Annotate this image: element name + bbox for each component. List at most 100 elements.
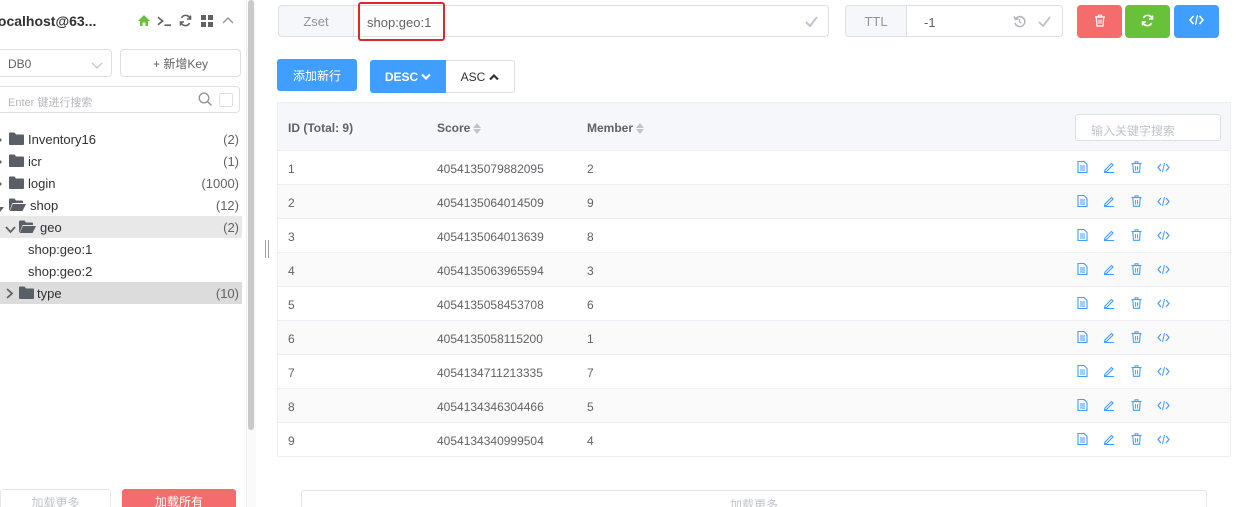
chevron-down-icon[interactable]: [0, 201, 4, 216]
table-row[interactable]: 7 4054134711213335 7: [278, 355, 1230, 389]
cell-id: 9: [288, 434, 295, 448]
row-actions: [1075, 398, 1170, 412]
delete-icon[interactable]: [1129, 296, 1143, 310]
chevron-right-icon[interactable]: [0, 177, 3, 192]
edit-icon[interactable]: [1102, 228, 1116, 242]
resize-handle[interactable]: [265, 240, 269, 258]
table-row[interactable]: 8 4054134346304466 5: [278, 389, 1230, 423]
view-icon[interactable]: [1075, 194, 1089, 208]
grid-icon[interactable]: [199, 13, 214, 28]
delete-icon[interactable]: [1129, 398, 1143, 412]
connection-title[interactable]: localhost@63...: [0, 13, 96, 29]
view-icon[interactable]: [1075, 364, 1089, 378]
table-row[interactable]: 4 4054135063965594 3: [278, 253, 1230, 287]
search-icon[interactable]: [198, 92, 213, 110]
delete-icon[interactable]: [1129, 364, 1143, 378]
tree-folder-geo[interactable]: geo (2): [0, 216, 242, 238]
chevron-down-icon[interactable]: [5, 222, 16, 237]
delete-icon[interactable]: [1129, 330, 1143, 344]
column-header-member[interactable]: Member: [587, 121, 645, 135]
delete-key-button[interactable]: [1077, 5, 1122, 38]
delete-icon[interactable]: [1129, 194, 1143, 208]
tree-key-shop-geo-1[interactable]: shop:geo:1: [0, 238, 242, 260]
sort-caret-icon[interactable]: [473, 122, 482, 134]
delete-icon[interactable]: [1129, 228, 1143, 242]
edit-icon[interactable]: [1102, 194, 1116, 208]
code-icon[interactable]: [1156, 364, 1170, 378]
home-icon[interactable]: [136, 13, 151, 28]
view-icon[interactable]: [1075, 330, 1089, 344]
chevron-right-icon[interactable]: [0, 133, 3, 148]
load-all-keys-button[interactable]: 加载所有: [122, 489, 236, 507]
history-reset-icon[interactable]: [1013, 15, 1026, 31]
edit-icon[interactable]: [1102, 432, 1116, 446]
table-row[interactable]: 5 4054135058453708 6: [278, 287, 1230, 321]
tree-folder-type[interactable]: type (10): [0, 282, 242, 304]
edit-icon[interactable]: [1102, 364, 1116, 378]
code-icon[interactable]: [1156, 262, 1170, 276]
add-row-button[interactable]: 添加新行: [277, 59, 357, 91]
exact-search-checkbox[interactable]: [219, 93, 233, 107]
row-actions: [1075, 296, 1170, 310]
tree-folder-inventory16[interactable]: Inventory16 (2): [0, 128, 242, 150]
new-key-button[interactable]: + 新增Key: [120, 49, 241, 77]
view-icon[interactable]: [1075, 262, 1089, 276]
chevron-up-icon[interactable]: [220, 13, 235, 28]
code-icon[interactable]: [1156, 194, 1170, 208]
sort-caret-icon[interactable]: [636, 122, 645, 134]
code-icon[interactable]: [1156, 296, 1170, 310]
tree-folder-login[interactable]: login (1000): [0, 172, 242, 194]
terminal-icon[interactable]: [157, 13, 172, 28]
table-row[interactable]: 2 4054135064014509 9: [278, 185, 1230, 219]
tree-folder-shop[interactable]: shop (12): [0, 194, 242, 216]
cell-score: 4054135064014509: [437, 196, 544, 210]
cell-member: 8: [587, 230, 594, 244]
view-icon[interactable]: [1075, 296, 1089, 310]
chevron-right-icon[interactable]: [0, 155, 3, 170]
refresh-icon[interactable]: [178, 13, 193, 28]
table-row[interactable]: 1 4054135079882095 2: [278, 151, 1230, 185]
table-row[interactable]: 6 4054135058115200 1: [278, 321, 1230, 355]
table-row[interactable]: 9 4054134340999504 4: [278, 423, 1230, 457]
table-row[interactable]: 3 4054135064013639 8: [278, 219, 1230, 253]
ttl-input[interactable]: -1: [906, 5, 1063, 37]
edit-icon[interactable]: [1102, 296, 1116, 310]
view-icon[interactable]: [1075, 228, 1089, 242]
load-more-members-button[interactable]: 加载更多: [301, 490, 1207, 507]
delete-icon[interactable]: [1129, 262, 1143, 276]
chevron-right-icon[interactable]: [6, 287, 14, 302]
code-icon[interactable]: [1156, 398, 1170, 412]
key-search-input[interactable]: Enter 键进行搜索: [0, 86, 240, 113]
check-icon[interactable]: [1038, 15, 1051, 30]
table-search-input[interactable]: 输入关键字搜索: [1075, 114, 1221, 141]
db-select[interactable]: DB0: [0, 49, 112, 77]
code-icon[interactable]: [1156, 432, 1170, 446]
delete-icon[interactable]: [1129, 160, 1143, 174]
view-icon[interactable]: [1075, 398, 1089, 412]
load-more-keys-button[interactable]: 加载更多: [0, 489, 111, 507]
edit-icon[interactable]: [1102, 330, 1116, 344]
cell-member: 6: [587, 298, 594, 312]
tree-key-shop-geo-2[interactable]: shop:geo:2: [0, 260, 242, 282]
folder-icon: [9, 132, 24, 148]
view-icon[interactable]: [1075, 432, 1089, 446]
delete-icon[interactable]: [1129, 432, 1143, 446]
tree-folder-icr[interactable]: icr (1): [0, 150, 242, 172]
code-icon[interactable]: [1156, 228, 1170, 242]
edit-icon[interactable]: [1102, 398, 1116, 412]
sort-asc-button[interactable]: ASC: [446, 60, 515, 93]
check-icon[interactable]: [805, 15, 818, 30]
edit-icon[interactable]: [1102, 262, 1116, 276]
code-icon[interactable]: [1156, 160, 1170, 174]
sort-desc-button[interactable]: DESC: [370, 60, 446, 93]
dump-command-button[interactable]: [1174, 5, 1219, 38]
refresh-key-button[interactable]: [1125, 5, 1170, 38]
connection-header[interactable]: localhost@63...: [0, 8, 242, 34]
code-icon[interactable]: [1156, 330, 1170, 344]
desc-label: DESC: [384, 69, 419, 84]
edit-icon[interactable]: [1102, 160, 1116, 174]
view-icon[interactable]: [1075, 160, 1089, 174]
column-header-score[interactable]: Score: [437, 121, 482, 135]
cell-id: 6: [288, 332, 295, 346]
sidebar-scrollbar-thumb[interactable]: [248, 0, 254, 430]
